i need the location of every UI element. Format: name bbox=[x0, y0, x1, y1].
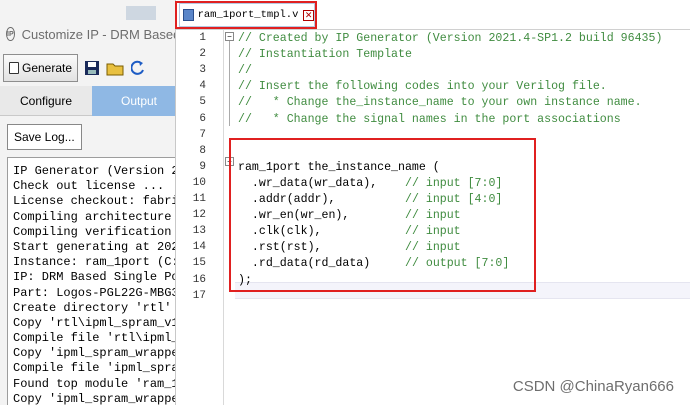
log-line: Compile file 'ipml_spram bbox=[13, 361, 176, 376]
tab-configure[interactable]: Configure bbox=[0, 86, 92, 116]
refresh-icon[interactable] bbox=[129, 59, 147, 77]
save-icon[interactable] bbox=[83, 59, 101, 77]
line-number: 16 bbox=[192, 273, 206, 286]
window-title: Customize IP - DRM Based Single Port RAM bbox=[21, 26, 175, 42]
code-line: .rd_data(rd_data) // output [7:0] bbox=[238, 257, 510, 271]
log-line: Copy 'ipml_spram_wrapper bbox=[13, 391, 176, 405]
fold-line bbox=[229, 167, 230, 273]
code-line: .clk(clk), // input bbox=[238, 225, 461, 239]
generate-button[interactable]: Generate bbox=[3, 54, 79, 82]
customize-ip-window: IP Customize IP - DRM Based Single Port … bbox=[0, 0, 176, 405]
log-line: Instance: ram_1port (C: bbox=[13, 255, 176, 270]
window-title-bar: IP Customize IP - DRM Based Single Port … bbox=[0, 20, 175, 48]
line-number-gutter: 1 2 3 4 5 6 7 8 9 10 11 12 13 14 15 16 17 bbox=[176, 30, 224, 405]
tab-output[interactable]: Output bbox=[92, 86, 175, 116]
log-line: IP: DRM Based Single Port RAM bbox=[13, 270, 175, 285]
line-number: 5 bbox=[199, 96, 206, 109]
log-line: Check out license ... bbox=[13, 179, 165, 194]
code-line: // Created by IP Generator (Version 2021… bbox=[238, 32, 663, 45]
close-tab-icon[interactable]: ✕ bbox=[303, 9, 314, 21]
code-line: ram_1port the_instance_name ( bbox=[238, 160, 440, 174]
save-log-button[interactable]: Save Log... bbox=[7, 124, 82, 150]
generate-icon bbox=[9, 62, 19, 74]
code-line: .wr_data(wr_data), // input [7:0] bbox=[238, 176, 503, 190]
log-line: Compiling verification operator library. bbox=[13, 224, 175, 239]
code-line: // bbox=[238, 64, 252, 78]
fold-marker-icon[interactable]: − bbox=[225, 157, 234, 166]
line-number: 3 bbox=[199, 64, 206, 77]
current-line-highlight bbox=[235, 282, 690, 299]
code-line: .addr(addr), // input [4:0] bbox=[238, 193, 503, 206]
line-number: 13 bbox=[192, 225, 206, 238]
open-folder-icon[interactable] bbox=[106, 59, 124, 77]
fold-margin: − − bbox=[224, 30, 235, 405]
log-line: Copy 'ipml_spram_wrapper bbox=[13, 346, 176, 361]
file-tab[interactable]: ram_1port_tmpl.v ✕ bbox=[179, 3, 315, 27]
line-number: 17 bbox=[192, 289, 206, 302]
log-line: License checkout: fabric_ads bbox=[13, 194, 176, 209]
line-number: 10 bbox=[192, 176, 206, 189]
log-output[interactable]: IP Generator (Version 2021.4-SP1.2 build… bbox=[7, 157, 176, 405]
fold-marker-icon[interactable]: − bbox=[225, 32, 234, 41]
code-line: // Insert the following codes into your … bbox=[238, 80, 607, 94]
line-number: 8 bbox=[199, 144, 206, 157]
code-line: // * Change the_instance_name to your ow… bbox=[238, 96, 642, 110]
file-icon bbox=[183, 9, 194, 21]
line-number: 12 bbox=[192, 209, 206, 222]
log-line: Copy 'rtl\ipml_spram_v1 bbox=[13, 315, 176, 330]
log-line: Part: Logos-PGL22G-MBG324 bbox=[13, 285, 176, 300]
line-number: 4 bbox=[199, 80, 206, 93]
watermark: CSDN @ChinaRyan666 bbox=[512, 378, 674, 395]
code-line: ); bbox=[238, 273, 252, 287]
log-line: Compile file 'rtl\ipml_ bbox=[13, 331, 176, 346]
code-line: // * Change the signal names in the port… bbox=[238, 112, 621, 126]
line-number: 1 bbox=[199, 32, 206, 44]
tab-bar: Configure Output bbox=[0, 86, 175, 116]
log-line: IP Generator (Version 2021.4-SP1.2 build… bbox=[13, 164, 175, 178]
code-editor[interactable]: 1 2 3 4 5 6 7 8 9 10 11 12 13 14 15 16 17 − − // Created… bbox=[176, 30, 690, 405]
code-line: .wr_en(wr_en), // input bbox=[238, 209, 461, 223]
line-number: 2 bbox=[199, 48, 206, 61]
ip-logo-icon: IP bbox=[6, 27, 15, 41]
generate-label: Generate bbox=[22, 61, 73, 75]
toolbar: Generate bbox=[0, 52, 175, 84]
fold-line bbox=[229, 38, 230, 126]
log-line: Compiling architecture definition. bbox=[13, 209, 175, 224]
file-tab-label: ram_1port_tmpl.v bbox=[197, 9, 299, 21]
line-number: 14 bbox=[192, 241, 206, 254]
line-number: 15 bbox=[192, 257, 206, 270]
line-number: 9 bbox=[199, 160, 206, 173]
log-line: Create directory 'rtl' bbox=[13, 300, 172, 315]
log-line: Start generating at 2023 bbox=[13, 239, 176, 254]
log-line: Found top module 'ram_1 bbox=[13, 376, 176, 391]
code-line: // Instantiation Template bbox=[238, 48, 412, 62]
line-number: 6 bbox=[199, 112, 206, 125]
line-number: 11 bbox=[192, 193, 206, 205]
line-number: 7 bbox=[199, 128, 206, 141]
background-window-fragment bbox=[126, 6, 156, 20]
code-line: .rst(rst), // input bbox=[238, 241, 461, 255]
